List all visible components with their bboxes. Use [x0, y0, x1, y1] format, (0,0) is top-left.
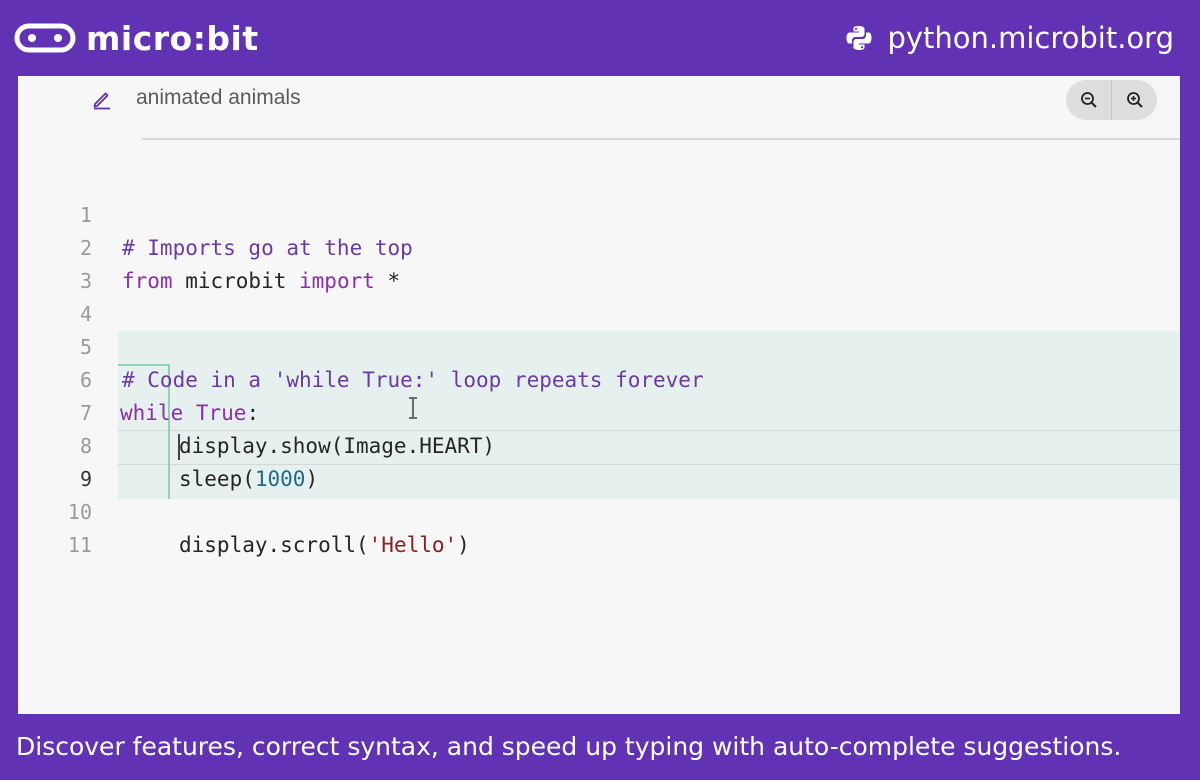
code-line[interactable]: 4 [18, 265, 1180, 326]
code-editor-panel: animated animals 1 # Imports go at the t… [18, 76, 1180, 714]
text-cursor-icon [409, 397, 417, 419]
site-url[interactable]: python.microbit.org [887, 21, 1174, 55]
brand-name: micro:bit [86, 18, 259, 58]
code-line[interactable]: 3 [18, 232, 1180, 293]
code-line[interactable]: 6 while True: [18, 331, 1180, 425]
project-name-bar: animated animals [18, 76, 1180, 140]
code-line[interactable]: 5 # Code in a 'while True:' loop repeats… [18, 298, 1180, 392]
code-line[interactable]: 11 [18, 496, 1180, 557]
code-line[interactable]: 7 display.show(Image.HEART) [18, 364, 1180, 458]
zoom-in-icon [1126, 92, 1143, 108]
caption: Discover features, correct syntax, and s… [16, 732, 1122, 761]
top-bar: micro:bit python.microbit.org [0, 0, 1200, 76]
edit-pencil-icon[interactable] [91, 88, 113, 110]
project-name-underline [142, 138, 1180, 140]
string-token: 'Hello' [368, 533, 458, 557]
zoom-out-icon [1080, 92, 1097, 108]
code-token: ) [457, 533, 470, 557]
zoom-controls [1066, 80, 1157, 120]
text-caret [178, 434, 180, 460]
code-line-active[interactable]: 9 [18, 430, 1180, 491]
code-line[interactable]: 2 from microbit import * [18, 199, 1180, 293]
code-text-area[interactable]: 1 # Imports go at the top 2 from microbi… [18, 166, 1180, 557]
code-token: display.scroll( [179, 533, 369, 557]
brand: micro:bit [14, 14, 259, 62]
code-text: display.scroll('Hello') [179, 529, 470, 562]
line-number: 11 [67, 533, 92, 557]
zoom-out-button[interactable] [1066, 80, 1111, 120]
code-line[interactable]: 8 sleep(1000) [18, 397, 1180, 491]
microbit-logo-icon [14, 23, 76, 53]
code-line[interactable]: 1 # Imports go at the top [18, 166, 1180, 260]
python-icon [846, 26, 872, 50]
project-name[interactable]: animated animals [136, 86, 301, 110]
code-line[interactable]: 10 display.scroll('Hello') [18, 463, 1180, 557]
site-link[interactable]: python.microbit.org [845, 14, 1174, 62]
zoom-in-button[interactable] [1111, 80, 1157, 120]
